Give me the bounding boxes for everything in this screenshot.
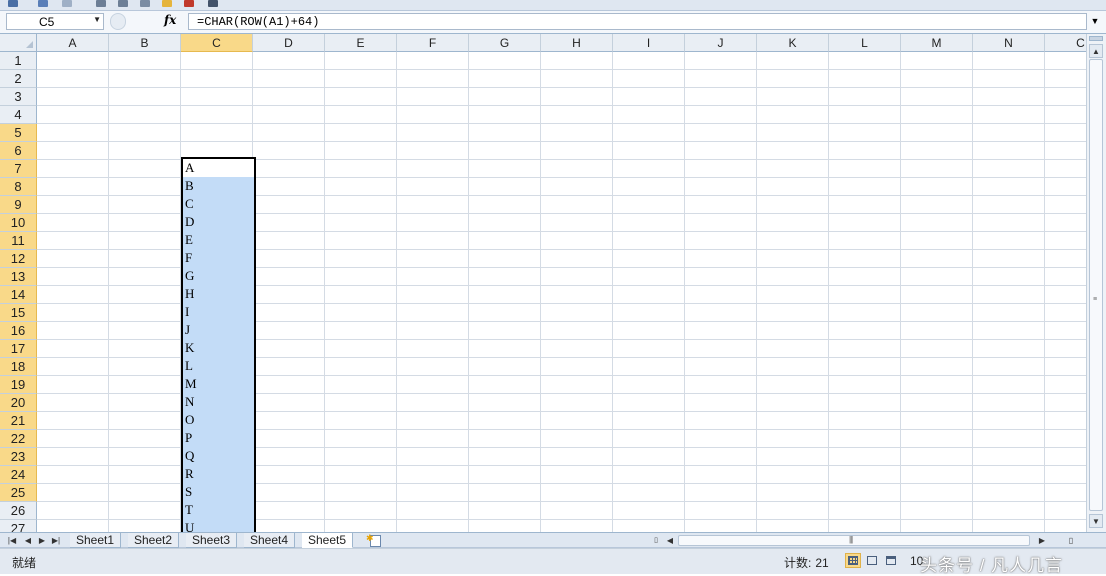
scroll-left-icon[interactable]: ◀	[664, 534, 676, 547]
worksheet-grid[interactable]: ABCDEFGHIJKLMNC 1 2 3 4 5 6 7 8 9 10 11 12 13 14 15 16 1…	[0, 34, 1086, 532]
row-header-8[interactable]: 8	[0, 178, 37, 196]
column-header-h[interactable]: H	[541, 34, 613, 52]
vertical-split-handle[interactable]	[1089, 36, 1103, 41]
tab-split-handle[interactable]: ▯	[652, 534, 660, 547]
open-icon[interactable]	[162, 0, 172, 7]
undo-icon[interactable]	[38, 0, 48, 7]
column-header-i[interactable]: I	[613, 34, 685, 52]
selection-border	[181, 157, 256, 532]
row-header-9[interactable]: 9	[0, 196, 37, 214]
scroll-right-icon[interactable]: ▶	[1036, 534, 1048, 547]
row-header-10[interactable]: 10	[0, 214, 37, 232]
row-header-18[interactable]: 18	[0, 358, 37, 376]
row-header-2[interactable]: 2	[0, 70, 37, 88]
column-header-l[interactable]: L	[829, 34, 901, 52]
column-header-c[interactable]: C	[1045, 34, 1086, 52]
row-header-7[interactable]: 7	[0, 160, 37, 178]
row-header-6[interactable]: 6	[0, 142, 37, 160]
sheet-tab-sheet2[interactable]: Sheet2	[128, 533, 180, 548]
formula-expand-icon[interactable]: ▼	[1088, 13, 1102, 30]
count-status: 计数: 21	[784, 554, 829, 571]
row-header-16[interactable]: 16	[0, 322, 37, 340]
sheet-tab-sheet1[interactable]: Sheet1	[70, 533, 122, 548]
next-sheet-icon[interactable]: ▶	[36, 534, 48, 547]
scroll-down-icon[interactable]: ▼	[1089, 514, 1103, 528]
name-box[interactable]: C5 ▼	[6, 13, 104, 30]
prev-sheet-icon[interactable]: ◀	[22, 534, 34, 547]
row-header-4[interactable]: 4	[0, 106, 37, 124]
new-sheet-icon[interactable]: ✱	[364, 533, 384, 547]
row-header-25[interactable]: 25	[0, 484, 37, 502]
column-header-f[interactable]: F	[397, 34, 469, 52]
font-size-icon[interactable]	[208, 0, 218, 7]
column-header-e[interactable]: E	[325, 34, 397, 52]
quick-access-toolbar	[0, 0, 1106, 11]
column-header-c[interactable]: C	[181, 34, 253, 52]
name-box-value: C5	[39, 15, 55, 29]
row-header-20[interactable]: 20	[0, 394, 37, 412]
column-header-d[interactable]: D	[253, 34, 325, 52]
count-value: 21	[815, 556, 829, 570]
row-header-3[interactable]: 3	[0, 88, 37, 106]
row-header-17[interactable]: 17	[0, 340, 37, 358]
row-header-11[interactable]: 11	[0, 232, 37, 250]
select-all-icon[interactable]	[0, 34, 37, 52]
page-break-view-icon[interactable]	[883, 553, 899, 568]
column-header-j[interactable]: J	[685, 34, 757, 52]
horizontal-scrollbar[interactable]: ▯ ◀ ||| ▶ ▯	[652, 534, 1086, 547]
print-icon[interactable]	[118, 0, 128, 7]
last-sheet-icon[interactable]: ▶|	[50, 534, 62, 547]
formula-text: =CHAR(ROW(A1)+64)	[197, 15, 320, 29]
page-layout-view-icon[interactable]	[864, 553, 880, 568]
sheet-tab-sheet4[interactable]: Sheet4	[244, 533, 296, 548]
column-header-a[interactable]: A	[37, 34, 109, 52]
redo-icon[interactable]	[62, 0, 72, 7]
sort-icon[interactable]	[184, 0, 194, 7]
row-header-23[interactable]: 23	[0, 448, 37, 466]
watermark: 头条号 / 凡人几言	[920, 556, 1064, 575]
row-header-14[interactable]: 14	[0, 286, 37, 304]
count-label: 计数:	[784, 556, 812, 570]
row-header-12[interactable]: 12	[0, 250, 37, 268]
fx-icon[interactable]: fx	[164, 13, 176, 27]
row-header-1[interactable]: 1	[0, 52, 37, 70]
horizontal-split-handle[interactable]: ▯	[1066, 534, 1076, 547]
new-icon[interactable]	[140, 0, 150, 7]
column-header-n[interactable]: N	[973, 34, 1045, 52]
column-header-k[interactable]: K	[757, 34, 829, 52]
sheet-tab-sheet5[interactable]: Sheet5	[302, 533, 354, 548]
column-header-b[interactable]: B	[109, 34, 181, 52]
vertical-scroll-thumb[interactable]: ≡	[1089, 59, 1103, 511]
column-header-g[interactable]: G	[469, 34, 541, 52]
row-header-24[interactable]: 24	[0, 466, 37, 484]
formula-input[interactable]: =CHAR(ROW(A1)+64)	[188, 13, 1087, 30]
formula-bar: C5 ▼ fx =CHAR(ROW(A1)+64) ▼	[0, 11, 1106, 34]
column-header-m[interactable]: M	[901, 34, 973, 52]
row-header-22[interactable]: 22	[0, 430, 37, 448]
first-sheet-icon[interactable]: |◀	[6, 534, 18, 547]
status-bar: 就绪 计数: 21 10 头条号 / 凡人几言	[0, 548, 1106, 575]
sheet-tab-bar: |◀ ◀ ▶ ▶| Sheet1 Sheet2 Sheet3 Sheet4 Sheet5…	[0, 532, 1106, 548]
row-header-13[interactable]: 13	[0, 268, 37, 286]
save-icon[interactable]	[8, 0, 18, 7]
print-preview-icon[interactable]	[96, 0, 106, 7]
scroll-up-icon[interactable]: ▲	[1089, 44, 1103, 58]
row-header-21[interactable]: 21	[0, 412, 37, 430]
row-header-19[interactable]: 19	[0, 376, 37, 394]
normal-view-icon[interactable]	[845, 553, 861, 568]
dropdown-arrow-icon[interactable]: ▼	[93, 15, 101, 24]
sheet-tab-sheet3[interactable]: Sheet3	[186, 533, 238, 548]
ready-status: 就绪	[12, 556, 37, 570]
vertical-scrollbar[interactable]: ▲ ≡ ▼	[1086, 34, 1106, 532]
row-header-5[interactable]: 5	[0, 124, 37, 142]
row-header-26[interactable]: 26	[0, 502, 37, 520]
formula-bar-splitter[interactable]	[110, 13, 126, 30]
row-header-15[interactable]: 15	[0, 304, 37, 322]
row-header-27[interactable]: 27	[0, 520, 37, 532]
horizontal-scroll-thumb[interactable]: |||	[678, 535, 1030, 546]
